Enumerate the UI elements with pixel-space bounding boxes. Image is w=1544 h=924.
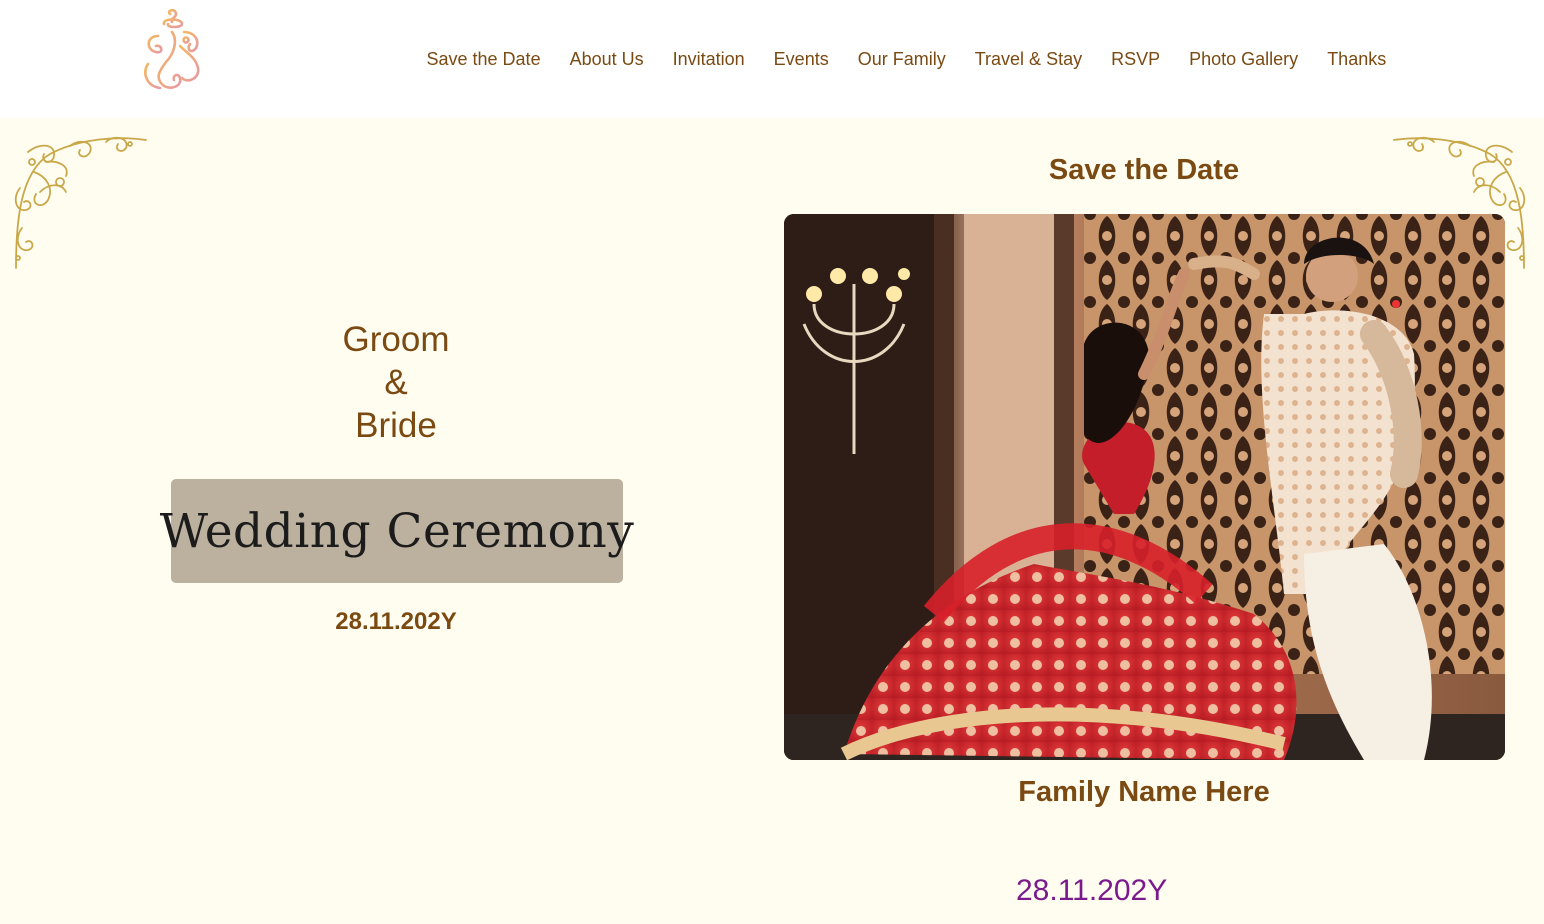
nav-about-us[interactable]: About Us: [555, 49, 658, 70]
ceremony-title: Wedding Ceremony: [159, 503, 635, 559]
nav-invitation[interactable]: Invitation: [658, 49, 759, 70]
couple-names: Groom & Bride: [246, 318, 546, 447]
site-header: Save the Date About Us Invitation Events…: [0, 0, 1544, 118]
hero-date: 28.11.202Y: [335, 608, 457, 635]
bride-name: Bride: [355, 406, 437, 445]
main-nav: Save the Date About Us Invitation Events…: [412, 44, 1401, 74]
save-the-date-heading: Save the Date: [1048, 154, 1240, 186]
ceremony-title-box: Wedding Ceremony: [160, 479, 634, 583]
save-the-date-date: 28.11.202Y: [1016, 874, 1168, 907]
ampersand: &: [384, 363, 408, 402]
couple-dancing-photo: [784, 214, 1505, 760]
save-the-date-section: Groom & Bride Wedding Ceremony 28.11.202…: [0, 118, 1544, 924]
ganesha-logo-icon[interactable]: [136, 6, 210, 94]
nav-save-the-date[interactable]: Save the Date: [412, 49, 555, 70]
nav-travel-stay[interactable]: Travel & Stay: [960, 49, 1096, 70]
corner-ornament-left-icon: [10, 132, 150, 272]
nav-our-family[interactable]: Our Family: [843, 49, 960, 70]
nav-thanks[interactable]: Thanks: [1313, 49, 1401, 70]
nav-events[interactable]: Events: [759, 49, 843, 70]
nav-rsvp[interactable]: RSVP: [1097, 49, 1175, 70]
groom-name: Groom: [342, 320, 450, 359]
family-name: Family Name Here: [1018, 776, 1270, 808]
nav-photo-gallery[interactable]: Photo Gallery: [1175, 49, 1313, 70]
